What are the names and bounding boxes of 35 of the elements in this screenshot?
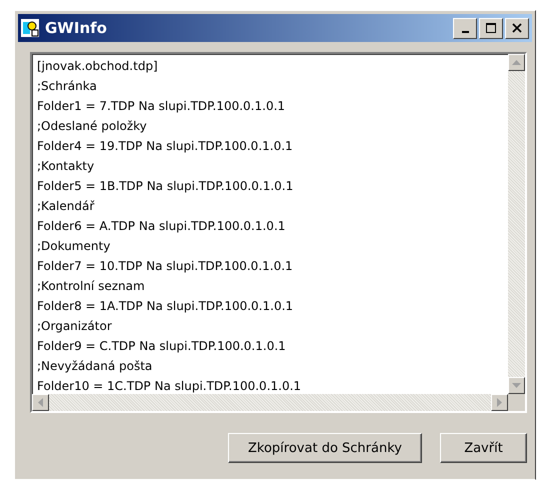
text-line: Folder7 = 10.TDP Na slupi.TDP.100.0.1.0.1 <box>37 258 294 275</box>
window-title: GWInfo <box>45 19 108 37</box>
vertical-scrollbar[interactable] <box>508 54 525 394</box>
left-arrow-icon <box>38 398 43 407</box>
text-line: ;Kontakty <box>37 158 96 175</box>
text-line: Folder6 = A.TDP Na slupi.TDP.100.0.1.0.1 <box>37 218 286 235</box>
text-line: Folder9 = C.TDP Na slupi.TDP.100.0.1.0.1 <box>37 338 287 355</box>
copy-button[interactable]: Zkopírovat do Schránky <box>228 433 422 463</box>
text-line: ;Odeslané položky <box>37 118 148 135</box>
close-dialog-button[interactable]: Zavřít <box>440 433 527 463</box>
text-area[interactable] <box>30 52 527 413</box>
text-line: ;Kalendář <box>37 198 96 215</box>
app-icon <box>21 19 39 37</box>
text-line: ;Organizátor <box>37 318 113 335</box>
right-arrow-icon <box>497 398 502 407</box>
text-line: ;Nevyžádaná pošta <box>37 358 154 375</box>
text-line: ;Schránka <box>37 78 98 95</box>
up-arrow-icon <box>512 60 521 65</box>
maximize-icon <box>486 23 496 33</box>
close-icon <box>512 23 522 33</box>
minimize-button[interactable] <box>453 18 477 38</box>
horizontal-scrollbar[interactable] <box>32 394 508 411</box>
text-line: Folder8 = 1A.TDP Na slupi.TDP.100.0.1.0.1 <box>37 298 294 315</box>
text-line: [jnovak.obchod.tdp] <box>37 58 159 75</box>
text-line: ;Dokumenty <box>37 238 112 255</box>
scrollbar-corner <box>508 394 525 411</box>
text-line: Folder4 = 19.TDP Na slupi.TDP.100.0.1.0.1 <box>37 138 294 155</box>
maximize-button[interactable] <box>479 18 503 38</box>
text-line: Folder5 = 1B.TDP Na slupi.TDP.100.0.1.0.1 <box>37 178 294 195</box>
text-line: Folder1 = 7.TDP Na slupi.TDP.100.0.1.0.1 <box>37 98 286 115</box>
text-line: ;Kontrolní seznam <box>37 278 146 295</box>
minimize-icon <box>462 30 468 32</box>
close-button[interactable] <box>505 18 529 38</box>
down-arrow-icon <box>512 383 521 388</box>
text-line: Folder10 = 1C.TDP Na slupi.TDP.100.0.1.0.1 <box>37 378 302 394</box>
